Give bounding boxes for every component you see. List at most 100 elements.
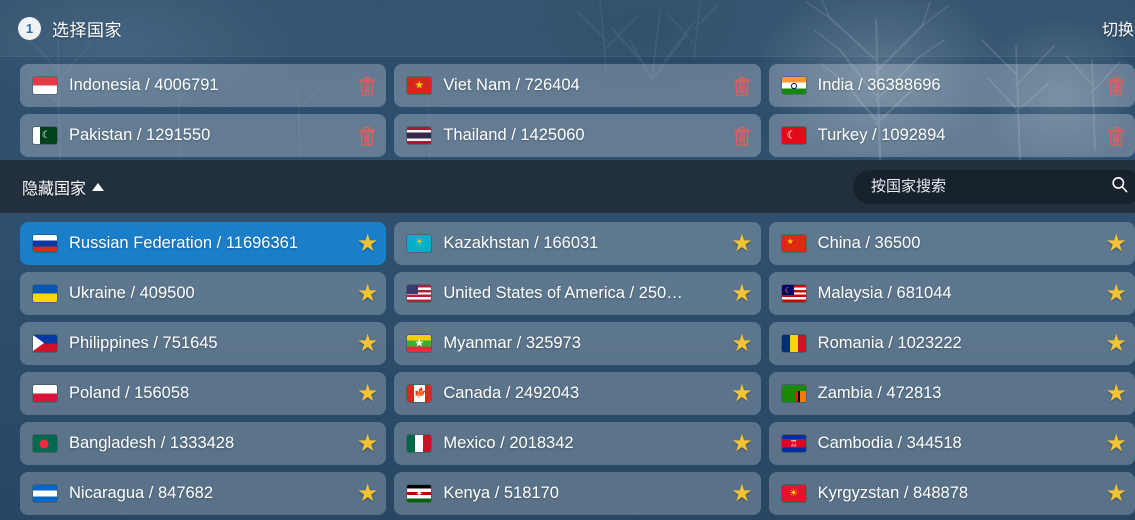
- chevron-up-icon: [92, 183, 105, 191]
- selected-country-label: Turkey / 1092894: [817, 126, 946, 144]
- flag-icon-my: ☾: [781, 285, 806, 302]
- favorite-star-icon[interactable]: ★: [357, 281, 379, 306]
- country-list-item[interactable]: 🍁 Canada / 2492043 ★: [394, 372, 761, 415]
- selected-country-label: Indonesia / 4006791: [69, 76, 219, 94]
- delete-country-icon[interactable]: [1105, 74, 1127, 98]
- country-list-item[interactable]: Poland / 156058 ★: [20, 372, 387, 415]
- country-list-label: Myanmar / 325973: [443, 334, 581, 352]
- flag-icon-pk: ☾: [33, 127, 57, 144]
- selected-country-label: Viet Nam / 726404: [443, 76, 580, 94]
- country-list-item[interactable]: ☀ Kazakhstan / 166031 ★: [394, 222, 761, 265]
- delete-country-icon[interactable]: [356, 74, 378, 98]
- favorite-star-icon[interactable]: ★: [731, 381, 753, 406]
- country-list-item[interactable]: Philippines / 751645 ★: [20, 322, 387, 365]
- country-list-label: Nicaragua / 847682: [69, 484, 214, 502]
- country-list-item[interactable]: Romania / 1023222 ★: [768, 322, 1135, 365]
- selected-country-card[interactable]: ☾ Pakistan / 1291550: [20, 114, 387, 157]
- step-number-badge: 1: [18, 16, 41, 40]
- flag-icon-ru: [33, 235, 57, 252]
- country-list-label: Zambia / 472813: [817, 384, 942, 402]
- country-list-label: Cambodia / 344518: [817, 434, 962, 452]
- favorite-star-icon[interactable]: ★: [731, 331, 753, 356]
- selected-country-card[interactable]: ☾ Turkey / 1092894: [768, 114, 1135, 157]
- flag-icon-us: [407, 285, 432, 302]
- flag-icon-kg: ☀: [781, 485, 806, 502]
- delete-country-icon[interactable]: [1105, 124, 1127, 148]
- switch-button[interactable]: 切换: [1102, 16, 1135, 40]
- selected-country-card[interactable]: Indonesia / 4006791: [20, 64, 387, 107]
- favorite-star-icon[interactable]: ★: [731, 231, 753, 256]
- country-list-item[interactable]: Mexico / 2018342 ★: [394, 422, 761, 465]
- flag-icon-bd: [33, 435, 57, 452]
- country-list-item[interactable]: ★ China / 36500 ★: [768, 222, 1135, 265]
- flag-icon-ca: 🍁: [407, 385, 432, 402]
- flag-icon-vn: ★: [407, 77, 432, 94]
- favorite-star-icon[interactable]: ★: [357, 431, 379, 456]
- country-list-item[interactable]: Bangladesh / 1333428 ★: [20, 422, 387, 465]
- country-list-item[interactable]: ★ Myanmar / 325973 ★: [394, 322, 761, 365]
- flag-icon-th: [407, 127, 432, 144]
- favorite-star-icon[interactable]: ★: [357, 331, 379, 356]
- favorite-star-icon[interactable]: ★: [357, 381, 379, 406]
- search-icon[interactable]: [1110, 175, 1129, 199]
- search-input[interactable]: [871, 178, 1104, 195]
- favorite-star-icon[interactable]: ★: [731, 431, 753, 456]
- country-list-item[interactable]: United States of America / 250… ★: [394, 272, 761, 315]
- flag-icon-ni: [33, 485, 57, 502]
- country-list-item[interactable]: Russian Federation / 11696361 ★: [20, 222, 387, 265]
- flag-icon-in: [781, 77, 806, 94]
- country-list-item[interactable]: ✦ Kenya / 518170 ★: [394, 472, 761, 515]
- favorite-star-icon[interactable]: ★: [731, 481, 753, 506]
- flag-icon-mx: [407, 435, 432, 452]
- delete-country-icon[interactable]: [731, 124, 753, 148]
- favorite-star-icon[interactable]: ★: [1105, 331, 1127, 356]
- favorite-star-icon[interactable]: ★: [731, 281, 753, 306]
- flag-icon-pl: [33, 385, 57, 402]
- selected-country-card[interactable]: India / 36388696: [768, 64, 1135, 107]
- flag-icon-ro: [781, 335, 806, 352]
- selected-country-card[interactable]: Thailand / 1425060: [394, 114, 761, 157]
- country-list-item[interactable]: ♖ Cambodia / 344518 ★: [768, 422, 1135, 465]
- filter-bar: 隐藏国家: [0, 160, 1135, 213]
- country-list-label: Ukraine / 409500: [69, 284, 195, 302]
- selected-country-label: Pakistan / 1291550: [69, 126, 211, 144]
- favorite-star-icon[interactable]: ★: [1105, 481, 1127, 506]
- flag-icon-ke: ✦: [407, 485, 432, 502]
- flag-icon-kz: ☀: [407, 235, 432, 252]
- favorite-star-icon[interactable]: ★: [1105, 381, 1127, 406]
- selected-country-label: India / 36388696: [817, 76, 941, 94]
- flag-icon-cn: ★: [781, 235, 806, 252]
- favorite-star-icon[interactable]: ★: [1105, 431, 1127, 456]
- country-list-label: Malaysia / 681044: [817, 284, 952, 302]
- country-list-label: Mexico / 2018342: [443, 434, 574, 452]
- country-list-item[interactable]: ☀ Kyrgyzstan / 848878 ★: [768, 472, 1135, 515]
- country-list-label: Poland / 156058: [69, 384, 190, 402]
- favorite-star-icon[interactable]: ★: [1105, 231, 1127, 256]
- country-list-label: United States of America / 250…: [443, 284, 683, 302]
- favorite-star-icon[interactable]: ★: [357, 231, 379, 256]
- delete-country-icon[interactable]: [731, 74, 753, 98]
- country-list-label: Kenya / 518170: [443, 484, 559, 502]
- selected-countries-section: 1 选择国家 切换 Indonesia / 4006791 ★ Viet Nam /…: [0, 0, 1135, 160]
- country-list-item[interactable]: Nicaragua / 847682 ★: [20, 472, 387, 515]
- selected-country-label: Thailand / 1425060: [443, 126, 585, 144]
- flag-icon-mm: ★: [407, 335, 432, 352]
- hide-countries-toggle[interactable]: 隐藏国家: [22, 175, 105, 199]
- flag-icon-ua: [33, 285, 57, 302]
- search-box[interactable]: [853, 169, 1135, 204]
- flag-icon-ph: [33, 335, 57, 352]
- flag-icon-kh: ♖: [781, 435, 806, 452]
- step-header: 1 选择国家 切换: [0, 0, 1135, 57]
- country-list-item[interactable]: ☾ Malaysia / 681044 ★: [768, 272, 1135, 315]
- flag-icon-id: [33, 77, 57, 94]
- favorite-star-icon[interactable]: ★: [357, 481, 379, 506]
- delete-country-icon[interactable]: [356, 124, 378, 148]
- country-list-label: Russian Federation / 11696361: [69, 234, 299, 252]
- selected-country-card[interactable]: ★ Viet Nam / 726404: [394, 64, 761, 107]
- country-list-label: Canada / 2492043: [443, 384, 580, 402]
- country-list-label: Bangladesh / 1333428: [69, 434, 235, 452]
- country-list-item[interactable]: Zambia / 472813 ★: [768, 372, 1135, 415]
- country-list-section[interactable]: Russian Federation / 11696361 ★ ☀ Kazakhsta…: [0, 213, 1135, 520]
- favorite-star-icon[interactable]: ★: [1105, 281, 1127, 306]
- country-list-item[interactable]: Ukraine / 409500 ★: [20, 272, 387, 315]
